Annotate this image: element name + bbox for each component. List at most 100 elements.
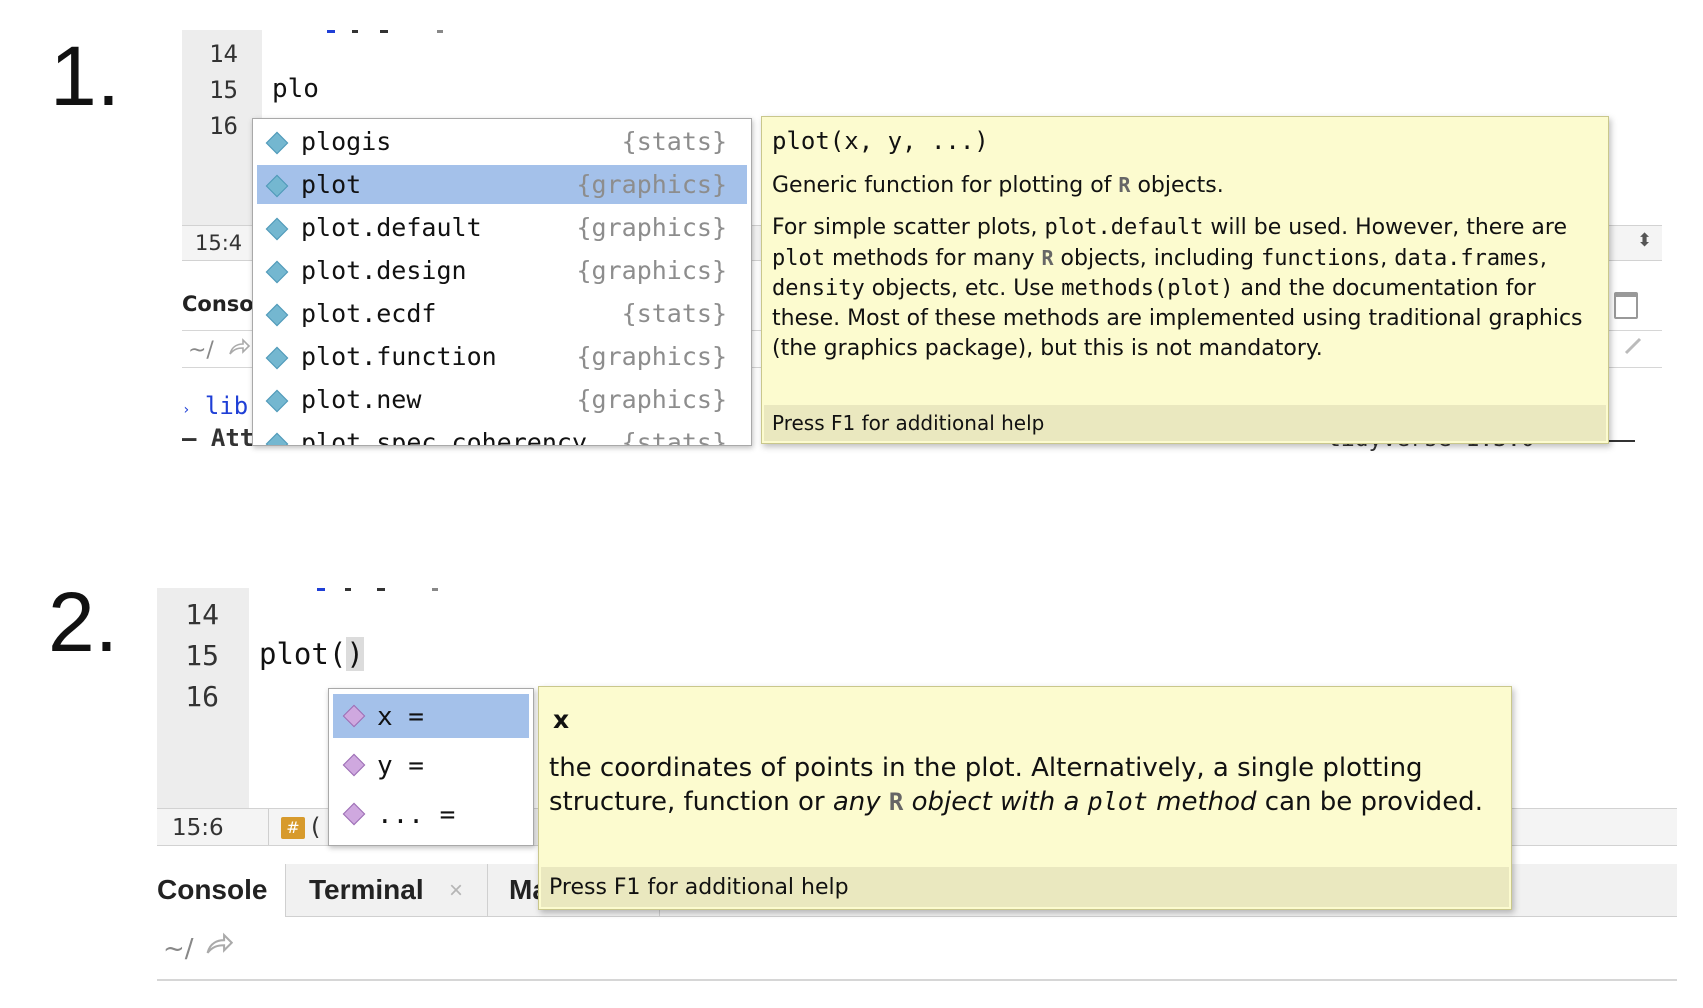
help-tooltip: x the coordinates of points in the plot.… [538, 686, 1512, 910]
desc-italic: method [1147, 787, 1257, 817]
desc-text: For simple scatter plots, [772, 215, 1045, 240]
matched-paren: ) [346, 637, 364, 671]
desc-code: data.frames [1394, 246, 1540, 271]
completion-name: plot.new [301, 385, 422, 414]
collapse-icon[interactable]: ⬍ [1637, 230, 1652, 251]
completion-item[interactable]: plogis {stats} [257, 122, 747, 161]
help-footer-text: Press F1 for additional help [549, 875, 849, 900]
desc-code: plot.default [1044, 215, 1204, 240]
completion-package: {stats} [621, 127, 727, 156]
tab-console[interactable]: Console [157, 864, 286, 917]
completion-item[interactable]: plot.ecdf {stats} [257, 294, 747, 333]
argument-item[interactable]: ... = [333, 792, 529, 836]
argument-title: x [553, 705, 570, 734]
function-signature: plot(x, y, ...) [772, 127, 989, 155]
desc-italic: any [832, 787, 889, 817]
tab-terminal[interactable]: Terminal × [287, 864, 488, 916]
previous-line-fragment [267, 588, 667, 592]
completion-item[interactable]: plot.function {graphics} [257, 337, 747, 376]
completion-name: plot.ecdf [301, 299, 437, 328]
completion-package: {graphics} [576, 256, 727, 285]
desc-text: can be provided. [1256, 787, 1483, 817]
argument-icon [342, 704, 366, 728]
desc-text: methods for many [824, 246, 1042, 271]
desc-text: objects, etc. Use [864, 276, 1062, 301]
completion-package: {graphics} [576, 170, 727, 199]
argument-popup: x = y = ... = [328, 688, 534, 846]
help-footer: Press F1 for additional help [541, 867, 1509, 907]
attaching-text: Att [210, 424, 255, 452]
close-icon[interactable]: × [449, 877, 463, 905]
desc-code: density [772, 276, 865, 301]
help-footer-text: Press F1 for additional help [772, 411, 1045, 435]
completion-name: plot.function [301, 342, 497, 371]
share-arrow-icon[interactable] [228, 338, 251, 356]
argument-name: x = [377, 702, 424, 732]
completion-item[interactable]: plot.default {graphics} [257, 208, 747, 247]
tab-console-label: Console [157, 874, 268, 905]
share-arrow-icon[interactable] [205, 932, 234, 956]
desc-text: objects, including [1053, 246, 1261, 271]
argument-item[interactable]: y = [333, 743, 529, 787]
desc-code: plot [1087, 787, 1148, 816]
argument-icon [342, 802, 366, 826]
function-icon [265, 217, 289, 241]
working-dir-path: ~/ [163, 934, 194, 964]
completion-package: {stats} [621, 428, 727, 446]
function-icon [265, 346, 289, 370]
working-dir-path: ~/ [188, 338, 214, 363]
argument-name: y = [377, 751, 424, 781]
completion-item-selected[interactable]: plot {graphics} [257, 165, 747, 204]
function-icon [265, 303, 289, 327]
code-line-15[interactable]: plo [272, 74, 319, 104]
cursor-position: 15:6 [172, 815, 224, 841]
function-icon [265, 432, 289, 445]
tab-terminal-label: Terminal [309, 874, 424, 905]
function-icon [265, 131, 289, 155]
line-number-16: 16 [209, 112, 238, 140]
completion-item[interactable]: plot.new {graphics} [257, 380, 747, 419]
line-number-14: 14 [209, 40, 238, 68]
desc-italic: object with a [903, 787, 1088, 817]
line-number-15: 15 [185, 639, 219, 672]
argument-item-selected[interactable]: x = [333, 694, 529, 738]
help-footer: Press F1 for additional help [764, 405, 1606, 441]
function-icon [265, 174, 289, 198]
function-icon [265, 260, 289, 284]
line-number-14: 14 [185, 598, 219, 631]
argument-description: the coordinates of points in the plot. A… [549, 751, 1499, 819]
completion-package: {graphics} [576, 213, 727, 242]
section-label[interactable]: ( [311, 813, 320, 841]
cursor-position: 15:4 [195, 231, 243, 255]
help-tooltip: plot(x, y, ...) Generic function for plo… [761, 116, 1609, 444]
section-icon[interactable]: # [281, 817, 305, 839]
function-icon [265, 389, 289, 413]
console-prompt-line: › libr [182, 392, 263, 420]
completion-item[interactable]: plot.spec.coherency {stats} [257, 423, 747, 446]
step-number-2: 2. [48, 575, 119, 669]
console-tab-label[interactable]: Conso [182, 292, 254, 316]
summary-text: Generic function for plotting of [772, 173, 1119, 198]
attaching-rule-right [1607, 440, 1635, 442]
completion-name: plot.default [301, 213, 482, 242]
completion-name: plot.spec.coherency [301, 428, 587, 446]
completion-package: {graphics} [576, 342, 727, 371]
prompt-caret-icon: › [182, 402, 191, 418]
console-divider [157, 979, 1677, 981]
desc-text: , [1539, 246, 1547, 271]
argument-name: ... = [377, 800, 456, 830]
line-number-15: 15 [209, 76, 238, 104]
completion-popup: plogis {stats} plot {graphics} plot.defa… [252, 118, 752, 446]
r-logo: R [888, 788, 904, 816]
attaching-packages-line: — Att [182, 424, 255, 452]
completion-item[interactable]: plot.design {graphics} [257, 251, 747, 290]
desc-code: functions [1260, 246, 1381, 271]
help-summary: Generic function for plotting of R objec… [772, 173, 1224, 198]
summary-text-end: objects. [1130, 173, 1224, 198]
step-number-1: 1. [50, 29, 121, 123]
clear-console-icon[interactable] [1623, 336, 1643, 356]
code-line-15[interactable]: plot() [259, 637, 364, 671]
desc-text: will be used. However, there are [1203, 215, 1568, 240]
maximize-pane-icon[interactable] [1614, 292, 1638, 319]
help-description: For simple scatter plots, plot.default w… [772, 213, 1598, 364]
